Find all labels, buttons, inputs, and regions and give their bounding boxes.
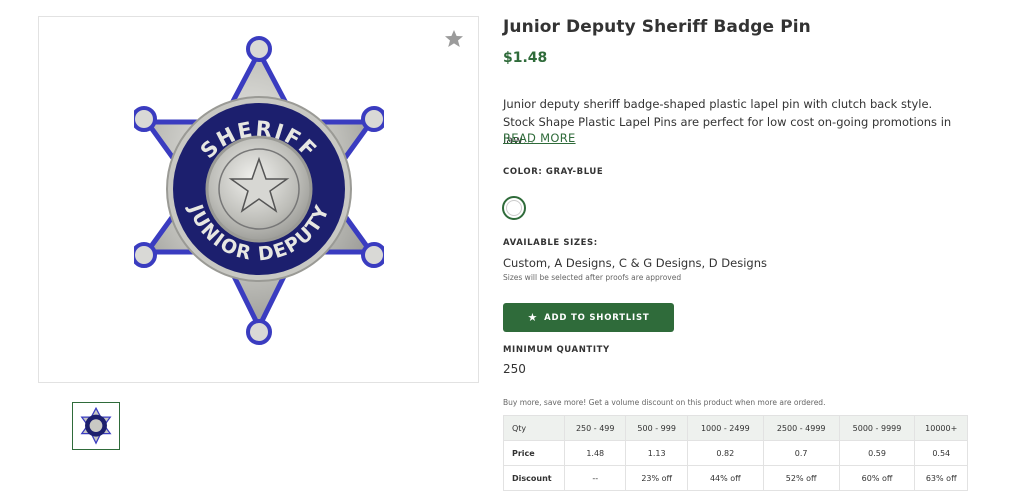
table-cell: 0.82 <box>686 440 764 466</box>
color-swatch-gray-blue[interactable] <box>502 196 526 220</box>
pricing-price-row: Price 1.48 1.13 0.82 0.7 0.59 0.54 <box>503 440 968 466</box>
sheriff-badge-image: SHERIFF JUNIOR DEPUTY <box>134 36 384 345</box>
bulk-discount-note: Buy more, save more! Get a volume discou… <box>503 398 826 407</box>
available-sizes-value: Custom, A Designs, C & G Designs, D Desi… <box>503 256 767 270</box>
table-cell: 0.7 <box>762 440 840 466</box>
product-title: Junior Deputy Sheriff Badge Pin <box>503 17 811 37</box>
add-to-shortlist-button[interactable]: ★ ADD TO SHORTLIST <box>503 303 674 332</box>
table-cell: 0.54 <box>914 440 968 466</box>
read-more-link[interactable]: READ MORE <box>503 131 576 145</box>
table-header-cell: 1000 - 2499 <box>686 415 764 441</box>
table-cell: 63% off <box>914 465 968 491</box>
table-header-cell: 5000 - 9999 <box>838 415 916 441</box>
sheriff-badge-thumbnail <box>80 406 112 445</box>
table-cell: Discount <box>503 465 565 491</box>
table-header-cell: 500 - 999 <box>625 415 688 441</box>
minimum-quantity-value: 250 <box>503 362 526 376</box>
table-cell: 23% off <box>625 465 688 491</box>
table-header-cell: Qty <box>503 415 565 441</box>
table-header-cell: 2500 - 4999 <box>762 415 840 441</box>
minimum-quantity-label: MINIMUM QUANTITY <box>503 345 610 355</box>
main-product-image[interactable]: SHERIFF JUNIOR DEPUTY <box>38 16 479 383</box>
table-cell: 1.48 <box>563 440 627 466</box>
thumbnail-image[interactable] <box>72 402 120 450</box>
color-label: COLOR: GRAY-BLUE <box>503 167 604 177</box>
table-cell: 52% off <box>762 465 840 491</box>
pricing-table: Qty 250 - 499 500 - 999 1000 - 2499 2500… <box>503 415 968 491</box>
table-cell: 44% off <box>686 465 764 491</box>
pricing-discount-row: Discount -- 23% off 44% off 52% off 60% … <box>503 465 968 491</box>
pricing-header-row: Qty 250 - 499 500 - 999 1000 - 2499 2500… <box>503 415 968 441</box>
table-header-cell: 10000+ <box>914 415 968 441</box>
add-to-shortlist-label: ADD TO SHORTLIST <box>544 312 650 323</box>
sizes-note: Sizes will be selected after proofs are … <box>503 273 682 282</box>
star-icon: ★ <box>527 311 539 324</box>
table-cell: -- <box>563 465 627 491</box>
favorite-star-icon[interactable] <box>444 29 464 49</box>
table-cell: 1.13 <box>625 440 688 466</box>
table-cell: Price <box>503 440 565 466</box>
table-cell: 60% off <box>838 465 916 491</box>
table-cell: 0.59 <box>838 440 916 466</box>
available-sizes-label: AVAILABLE SIZES: <box>503 238 598 248</box>
product-price: $1.48 <box>503 50 548 66</box>
table-header-cell: 250 - 499 <box>563 415 627 441</box>
